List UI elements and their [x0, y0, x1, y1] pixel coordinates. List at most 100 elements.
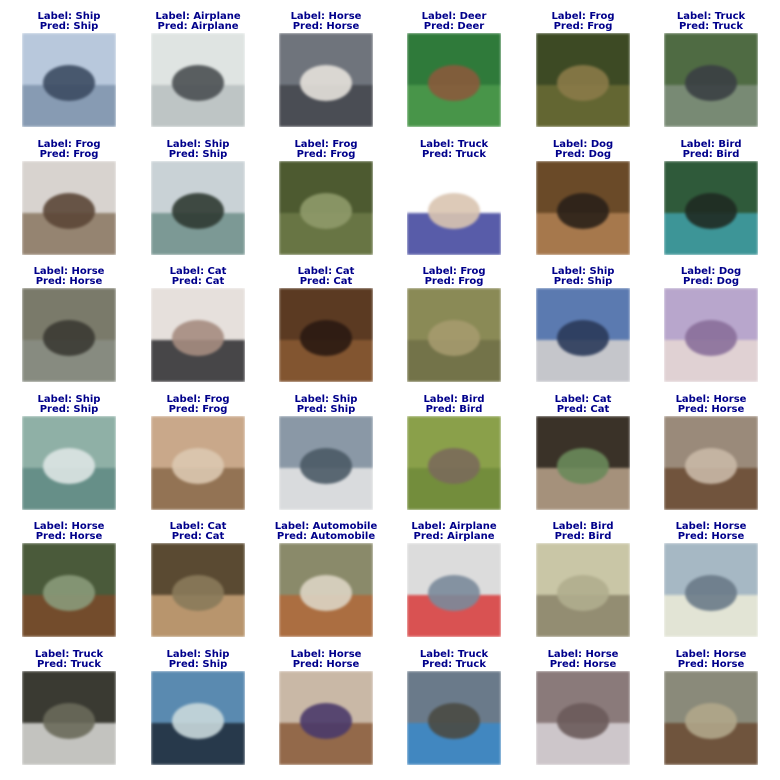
- pred-text: Pred: Bird: [682, 149, 740, 160]
- truck-image: [22, 671, 116, 765]
- thumbnail-subject: [685, 575, 737, 611]
- thumbnail-subject: [685, 320, 737, 356]
- ship-image: [151, 161, 245, 255]
- thumbnail-subject: [685, 65, 737, 101]
- thumbnail-graphic: [407, 288, 501, 382]
- thumbnail-graphic: [279, 416, 373, 510]
- grid-cell: Label: Horse Pred: Horse: [647, 395, 775, 523]
- thumbnail-graphic: [279, 161, 373, 255]
- dog-image: [664, 288, 758, 382]
- thumbnail-graphic: [22, 33, 116, 127]
- thumbnail-graphic: [22, 288, 116, 382]
- thumbnail-graphic: [536, 671, 630, 765]
- thumbnail-graphic: [407, 161, 501, 255]
- thumbnail-subject: [43, 703, 95, 739]
- thumbnail-subject: [428, 193, 480, 229]
- caption: Label: Horse Pred: Horse: [627, 650, 780, 670]
- thumbnail-graphic: [664, 416, 758, 510]
- thumbnail-graphic: [279, 33, 373, 127]
- thumbnail-graphic: [536, 161, 630, 255]
- thumbnail-graphic: [22, 161, 116, 255]
- thumbnail-subject: [43, 193, 95, 229]
- bird-image: [407, 416, 501, 510]
- thumbnail-subject: [557, 703, 609, 739]
- thumbnail-subject: [557, 193, 609, 229]
- frog-image: [536, 33, 630, 127]
- thumbnail-graphic: [22, 543, 116, 637]
- pred-text: Pred: Dog: [682, 276, 739, 287]
- thumbnail-graphic: [536, 33, 630, 127]
- horse-image: [22, 543, 116, 637]
- grid-cell: Label: Bird Pred: Bird: [647, 140, 775, 268]
- frog-image: [279, 161, 373, 255]
- pred-text: Pred: Truck: [678, 21, 744, 32]
- thumbnail-subject: [557, 448, 609, 484]
- automobile-image: [279, 543, 373, 637]
- horse-image: [664, 416, 758, 510]
- thumbnail-subject: [685, 193, 737, 229]
- thumbnail-subject: [428, 575, 480, 611]
- thumbnail-subject: [300, 320, 352, 356]
- horse-image: [536, 671, 630, 765]
- horse-image: [22, 288, 116, 382]
- grid-cell: Label: Dog Pred: Dog: [647, 267, 775, 395]
- image-grid: Label: Ship Pred: Ship Label: Airplane Pred…: [0, 0, 780, 780]
- ship-image: [22, 33, 116, 127]
- thumbnail-graphic: [407, 543, 501, 637]
- thumbnail-graphic: [279, 288, 373, 382]
- thumbnail-graphic: [536, 416, 630, 510]
- horse-image: [279, 33, 373, 127]
- thumbnail-subject: [300, 703, 352, 739]
- cat-image: [536, 416, 630, 510]
- thumbnail-subject: [172, 575, 224, 611]
- deer-image: [407, 33, 501, 127]
- truck-image: [407, 161, 501, 255]
- thumbnail-graphic: [151, 161, 245, 255]
- frog-image: [22, 161, 116, 255]
- thumbnail-subject: [300, 575, 352, 611]
- thumbnail-graphic: [664, 33, 758, 127]
- frog-image: [151, 416, 245, 510]
- ship-image: [279, 416, 373, 510]
- thumbnail-subject: [43, 448, 95, 484]
- thumbnail-subject: [172, 448, 224, 484]
- thumbnail-subject: [428, 65, 480, 101]
- truck-image: [664, 33, 758, 127]
- caption: Label: Bird Pred: Bird: [627, 140, 780, 160]
- thumbnail-subject: [172, 193, 224, 229]
- thumbnail-graphic: [151, 288, 245, 382]
- thumbnail-subject: [172, 65, 224, 101]
- thumbnail-subject: [428, 320, 480, 356]
- thumbnail-subject: [172, 703, 224, 739]
- thumbnail-graphic: [407, 33, 501, 127]
- thumbnail-subject: [172, 320, 224, 356]
- thumbnail-graphic: [151, 671, 245, 765]
- thumbnail-graphic: [536, 288, 630, 382]
- thumbnail-graphic: [536, 543, 630, 637]
- horse-image: [664, 543, 758, 637]
- thumbnail-graphic: [151, 33, 245, 127]
- caption: Label: Horse Pred: Horse: [627, 522, 780, 542]
- pred-text: Pred: Horse: [677, 659, 745, 670]
- thumbnail-subject: [685, 448, 737, 484]
- caption: Label: Horse Pred: Horse: [627, 395, 780, 415]
- horse-image: [664, 671, 758, 765]
- thumbnail-graphic: [407, 416, 501, 510]
- thumbnail-graphic: [664, 288, 758, 382]
- horse-image: [279, 671, 373, 765]
- grid-cell: Label: Truck Pred: Truck: [647, 12, 775, 140]
- airplane-image: [407, 543, 501, 637]
- grid-cell: Label: Horse Pred: Horse: [647, 650, 775, 778]
- thumbnail-graphic: [22, 671, 116, 765]
- cat-image: [279, 288, 373, 382]
- airplane-image: [151, 33, 245, 127]
- thumbnail-subject: [43, 320, 95, 356]
- thumbnail-graphic: [151, 416, 245, 510]
- thumbnail-graphic: [279, 671, 373, 765]
- cat-image: [151, 288, 245, 382]
- thumbnail-graphic: [279, 543, 373, 637]
- grid-cell: Label: Horse Pred: Horse: [647, 522, 775, 650]
- thumbnail-subject: [43, 575, 95, 611]
- thumbnail-subject: [300, 193, 352, 229]
- frog-image: [407, 288, 501, 382]
